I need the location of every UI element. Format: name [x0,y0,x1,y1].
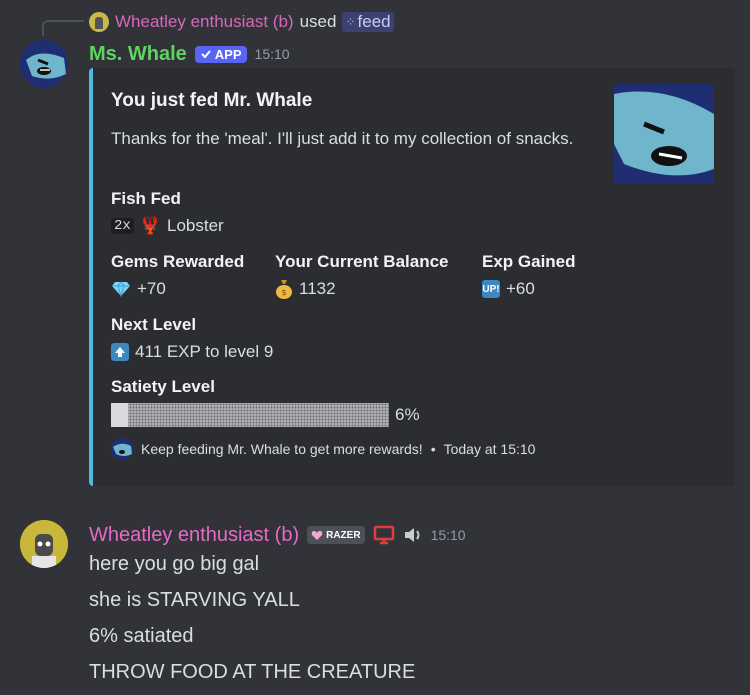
gem-icon [112,281,130,297]
user-message-timestamp[interactable]: 15:10 [431,527,466,543]
next-level-text: 411 EXP to level 9 [135,342,274,361]
footer-timestamp: Today at 15:10 [443,441,536,457]
message-line: THROW FOOD AT THE CREATURE [89,661,416,683]
field-satiety-name: Satiety Level [111,377,215,396]
razer-badge-label: RAZER [326,529,361,541]
app-badge: APP [194,45,247,63]
field-gems-value: +70 [111,279,166,299]
razer-badge[interactable]: RAZER [307,526,365,544]
field-satiety-value: 6% [111,403,420,427]
satiety-progress-bar [111,403,389,427]
satiety-percent-label: 6% [395,405,420,424]
user-message-header: Wheatley enthusiast (b) RAZER 15:10 [89,523,466,547]
balance-value-text: 1132 [299,279,336,298]
user-avatar[interactable] [20,520,68,568]
app-badge-label: APP [214,46,242,62]
lobster-icon: 🦞 [139,216,161,235]
field-exp-value: UP! +60 [482,279,535,299]
gems-value-text: +70 [137,279,166,298]
embed-footer: Keep feeding Mr. Whale to get more rewar… [111,438,535,460]
field-balance-value: $ 1132 [275,279,336,299]
message-line: here you go big gal [89,553,260,575]
embed-description: Thanks for the 'meal'. I'll just add it … [111,129,574,148]
footer-text: Keep feeding Mr. Whale to get more rewar… [141,441,423,457]
monitor-icon[interactable] [373,525,395,545]
reply-connector [42,20,84,36]
reply-used-text: used [299,12,337,31]
field-fish-fed-name: Fish Fed [111,189,181,208]
heart-icon [311,530,323,540]
feed-result-embed: You just fed Mr. Whale Thanks for the 'm… [89,68,735,486]
slash-command-chip[interactable]: ⁘ feed [342,12,394,32]
fish-count-code: 2x [111,218,134,234]
bot-avatar[interactable] [20,40,68,88]
exp-value-text: +60 [506,279,535,298]
bot-message-header: Ms. Whale APP 15:10 [89,42,290,66]
speaker-icon[interactable] [403,526,423,544]
message-line: she is STARVING YALL [89,589,300,611]
command-icon: ⁘ [345,15,355,29]
field-balance-name: Your Current Balance [275,252,449,271]
user-username[interactable]: Wheatley enthusiast (b) [89,524,299,547]
field-gems-name: Gems Rewarded [111,252,245,271]
bot-message-timestamp[interactable]: 15:10 [255,46,290,62]
field-fish-fed-value: 2x 🦞 Lobster [111,216,224,236]
reply-username[interactable]: Wheatley enthusiast (b) [115,12,294,32]
satiety-progress-fill [111,403,128,427]
arrow-up-icon [111,343,129,361]
bot-username[interactable]: Ms. Whale [89,43,187,66]
embed-title: You just fed Mr. Whale [111,90,313,111]
embed-thumbnail[interactable] [614,84,714,184]
field-next-level-value: 411 EXP to level 9 [111,342,273,362]
reply-context[interactable]: Wheatley enthusiast (b) used ⁘ feed [89,10,394,34]
user-avatar-image [20,520,68,568]
command-name: feed [357,12,391,31]
whale-avatar-image [20,40,68,88]
up-icon: UP! [482,280,500,298]
footer-separator: • [430,441,436,457]
field-next-level-name: Next Level [111,315,197,334]
money-bag-icon: $ [276,280,292,299]
fish-fed-text: Lobster [166,216,224,235]
whale-thumbnail-image [614,84,714,184]
reply-user-avatar[interactable] [89,12,109,32]
svg-text:$: $ [281,288,286,297]
footer-whale-icon [111,438,133,460]
message-line: 6% satiated [89,625,194,647]
field-exp-name: Exp Gained [482,252,576,271]
checkmark-icon [201,50,211,59]
